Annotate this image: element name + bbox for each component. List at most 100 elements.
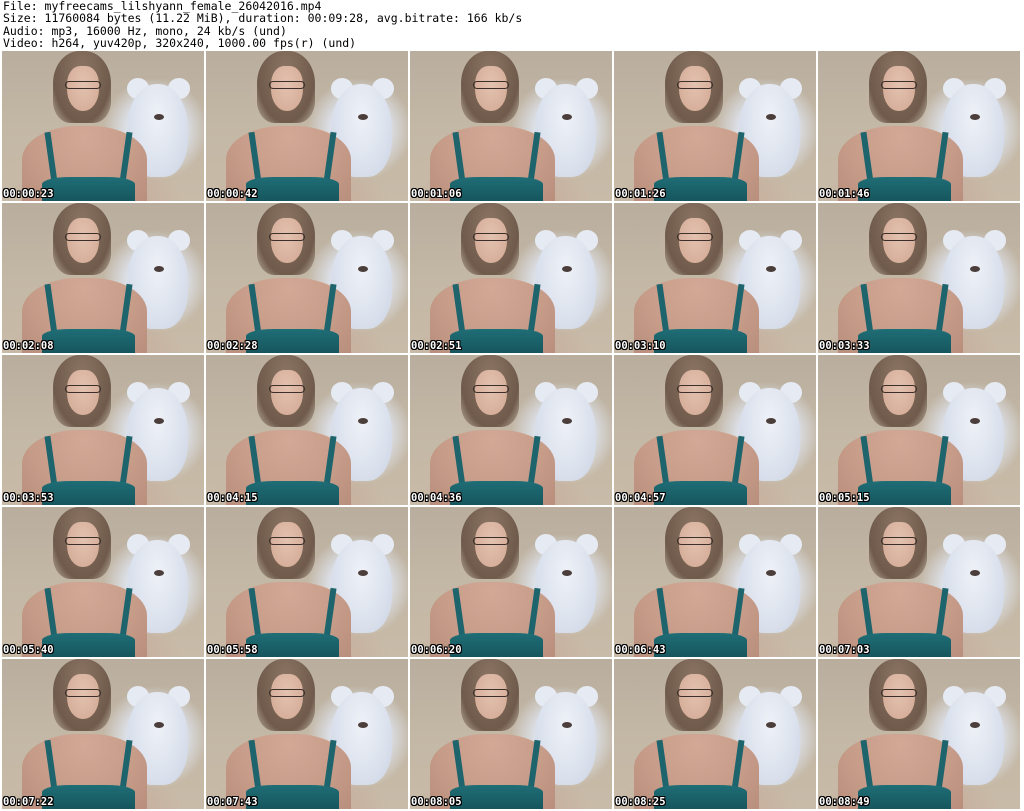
video-thumbnail: 00:01:46 — [818, 51, 1020, 201]
glasses-icon — [676, 385, 713, 393]
glasses-icon — [880, 537, 917, 545]
glasses-icon — [880, 233, 917, 241]
thumbnail-timestamp: 00:04:15 — [207, 492, 258, 504]
teddy-bear-nose — [153, 266, 164, 272]
person-face — [882, 218, 915, 263]
video-thumbnail: 00:07:43 — [206, 659, 408, 809]
video-thumbnail: 00:07:22 — [2, 659, 204, 809]
teal-top — [42, 177, 136, 201]
glasses-icon — [64, 385, 101, 393]
teal-top — [42, 481, 136, 505]
teddy-bear-nose — [765, 418, 776, 424]
teddy-bear-nose — [969, 266, 980, 272]
thumbnail-timestamp: 00:05:40 — [3, 644, 54, 656]
thumbnail-timestamp: 00:04:57 — [615, 492, 666, 504]
video-info-line: Video: h264, yuv420p, 320x240, 1000.00 f… — [3, 35, 357, 50]
thumbnail-timestamp: 00:08:05 — [411, 796, 462, 808]
teal-top — [246, 785, 340, 809]
teddy-bear-nose — [153, 722, 164, 728]
person-face — [66, 370, 99, 415]
video-thumbnail: 00:05:15 — [818, 355, 1020, 505]
thumbnail-timestamp: 00:02:08 — [3, 340, 54, 352]
teddy-bear-nose — [153, 114, 164, 120]
video-thumbnail: 00:04:57 — [614, 355, 816, 505]
thumbnail-timestamp: 00:03:10 — [615, 340, 666, 352]
teddy-bear-nose — [969, 570, 980, 576]
glasses-icon — [64, 537, 101, 545]
teal-top — [858, 785, 952, 809]
file-info-header: File: myfreecams_lilshyann_female_260420… — [3, 0, 1021, 50]
teal-top — [450, 329, 544, 353]
video-thumbnail: 00:02:28 — [206, 203, 408, 353]
glasses-icon — [880, 385, 917, 393]
teal-top — [654, 177, 748, 201]
teal-top — [246, 329, 340, 353]
video-thumbnail: 00:06:20 — [410, 507, 612, 657]
person-face — [678, 370, 711, 415]
teal-top — [450, 177, 544, 201]
teal-top — [654, 785, 748, 809]
person-face — [474, 218, 507, 263]
teal-top — [654, 481, 748, 505]
person-face — [66, 218, 99, 263]
person-face — [474, 66, 507, 111]
person-face — [678, 66, 711, 111]
video-thumbnail: 00:03:53 — [2, 355, 204, 505]
video-thumbnail: 00:05:40 — [2, 507, 204, 657]
video-thumbnail: 00:00:23 — [2, 51, 204, 201]
person-face — [882, 522, 915, 567]
teal-top — [654, 633, 748, 657]
teddy-bear-nose — [561, 114, 572, 120]
video-thumbnail: 00:08:05 — [410, 659, 612, 809]
person-face — [66, 674, 99, 719]
teddy-bear-nose — [561, 722, 572, 728]
person-face — [270, 522, 303, 567]
thumbnail-timestamp: 00:07:03 — [819, 644, 870, 656]
glasses-icon — [472, 81, 509, 89]
teal-top — [42, 785, 136, 809]
person-face — [270, 66, 303, 111]
thumbnail-timestamp: 00:04:36 — [411, 492, 462, 504]
glasses-icon — [676, 537, 713, 545]
video-thumbnail: 00:06:43 — [614, 507, 816, 657]
thumbnail-timestamp: 00:05:15 — [819, 492, 870, 504]
thumbnail-timestamp: 00:01:46 — [819, 188, 870, 200]
teddy-bear-nose — [765, 570, 776, 576]
person-face — [678, 674, 711, 719]
glasses-icon — [64, 233, 101, 241]
teddy-bear-nose — [357, 722, 368, 728]
thumbnail-timestamp: 00:01:26 — [615, 188, 666, 200]
teddy-bear-nose — [561, 418, 572, 424]
teddy-bear-nose — [561, 266, 572, 272]
thumbnail-timestamp: 00:08:25 — [615, 796, 666, 808]
teddy-bear-nose — [969, 722, 980, 728]
video-thumbnail: 00:03:33 — [818, 203, 1020, 353]
thumbnail-timestamp: 00:00:23 — [3, 188, 54, 200]
teal-top — [450, 785, 544, 809]
thumbnail-timestamp: 00:05:58 — [207, 644, 258, 656]
glasses-icon — [268, 233, 305, 241]
thumbnail-timestamp: 00:03:33 — [819, 340, 870, 352]
teal-top — [450, 633, 544, 657]
teal-top — [246, 177, 340, 201]
person-face — [66, 522, 99, 567]
teddy-bear-nose — [357, 266, 368, 272]
video-thumbnail: 00:02:51 — [410, 203, 612, 353]
glasses-icon — [64, 81, 101, 89]
thumbnail-timestamp: 00:06:43 — [615, 644, 666, 656]
teal-top — [246, 481, 340, 505]
person-face — [882, 674, 915, 719]
thumbnail-timestamp: 00:02:51 — [411, 340, 462, 352]
video-thumbnail: 00:07:03 — [818, 507, 1020, 657]
thumbnail-timestamp: 00:01:06 — [411, 188, 462, 200]
thumbnail-grid: 00:00:23 00:00:42 00:01:06 00:01:26 00:01:46… — [2, 51, 1020, 809]
teddy-bear-nose — [357, 418, 368, 424]
thumbnail-timestamp: 00:07:43 — [207, 796, 258, 808]
thumbnail-timestamp: 00:03:53 — [3, 492, 54, 504]
thumbnail-timestamp: 00:07:22 — [3, 796, 54, 808]
teal-top — [246, 633, 340, 657]
video-thumbnail: 00:08:25 — [614, 659, 816, 809]
glasses-icon — [268, 81, 305, 89]
video-thumbnail: 00:03:10 — [614, 203, 816, 353]
video-thumbnail: 00:04:36 — [410, 355, 612, 505]
